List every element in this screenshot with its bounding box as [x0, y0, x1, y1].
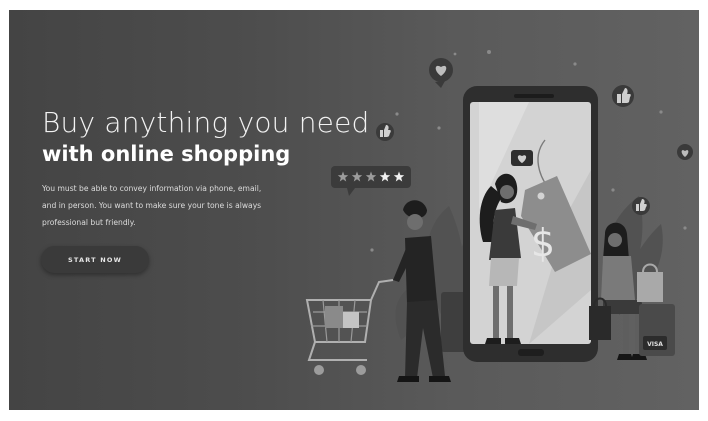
shopping-illustration: $ VISA: [305, 50, 693, 382]
heart-bubble: [511, 150, 533, 166]
hero-banner: Buy anything you need with online shoppi…: [9, 10, 699, 410]
shopping-bag-icon: [637, 272, 663, 302]
heart-bubble: [429, 58, 453, 88]
card-label: VISA: [647, 341, 663, 348]
thumbs-up-bubble: [612, 85, 634, 107]
phone-home-button: [518, 349, 544, 356]
thumbs-up-bubble: [632, 197, 650, 215]
rating-bubble: [331, 166, 411, 196]
thumbs-up-bubble: [376, 123, 394, 141]
phone-speaker: [514, 94, 554, 98]
shopping-bag-icon: [589, 306, 611, 340]
shopping-cart-icon: [305, 279, 394, 375]
heart-bubble: [677, 144, 693, 160]
